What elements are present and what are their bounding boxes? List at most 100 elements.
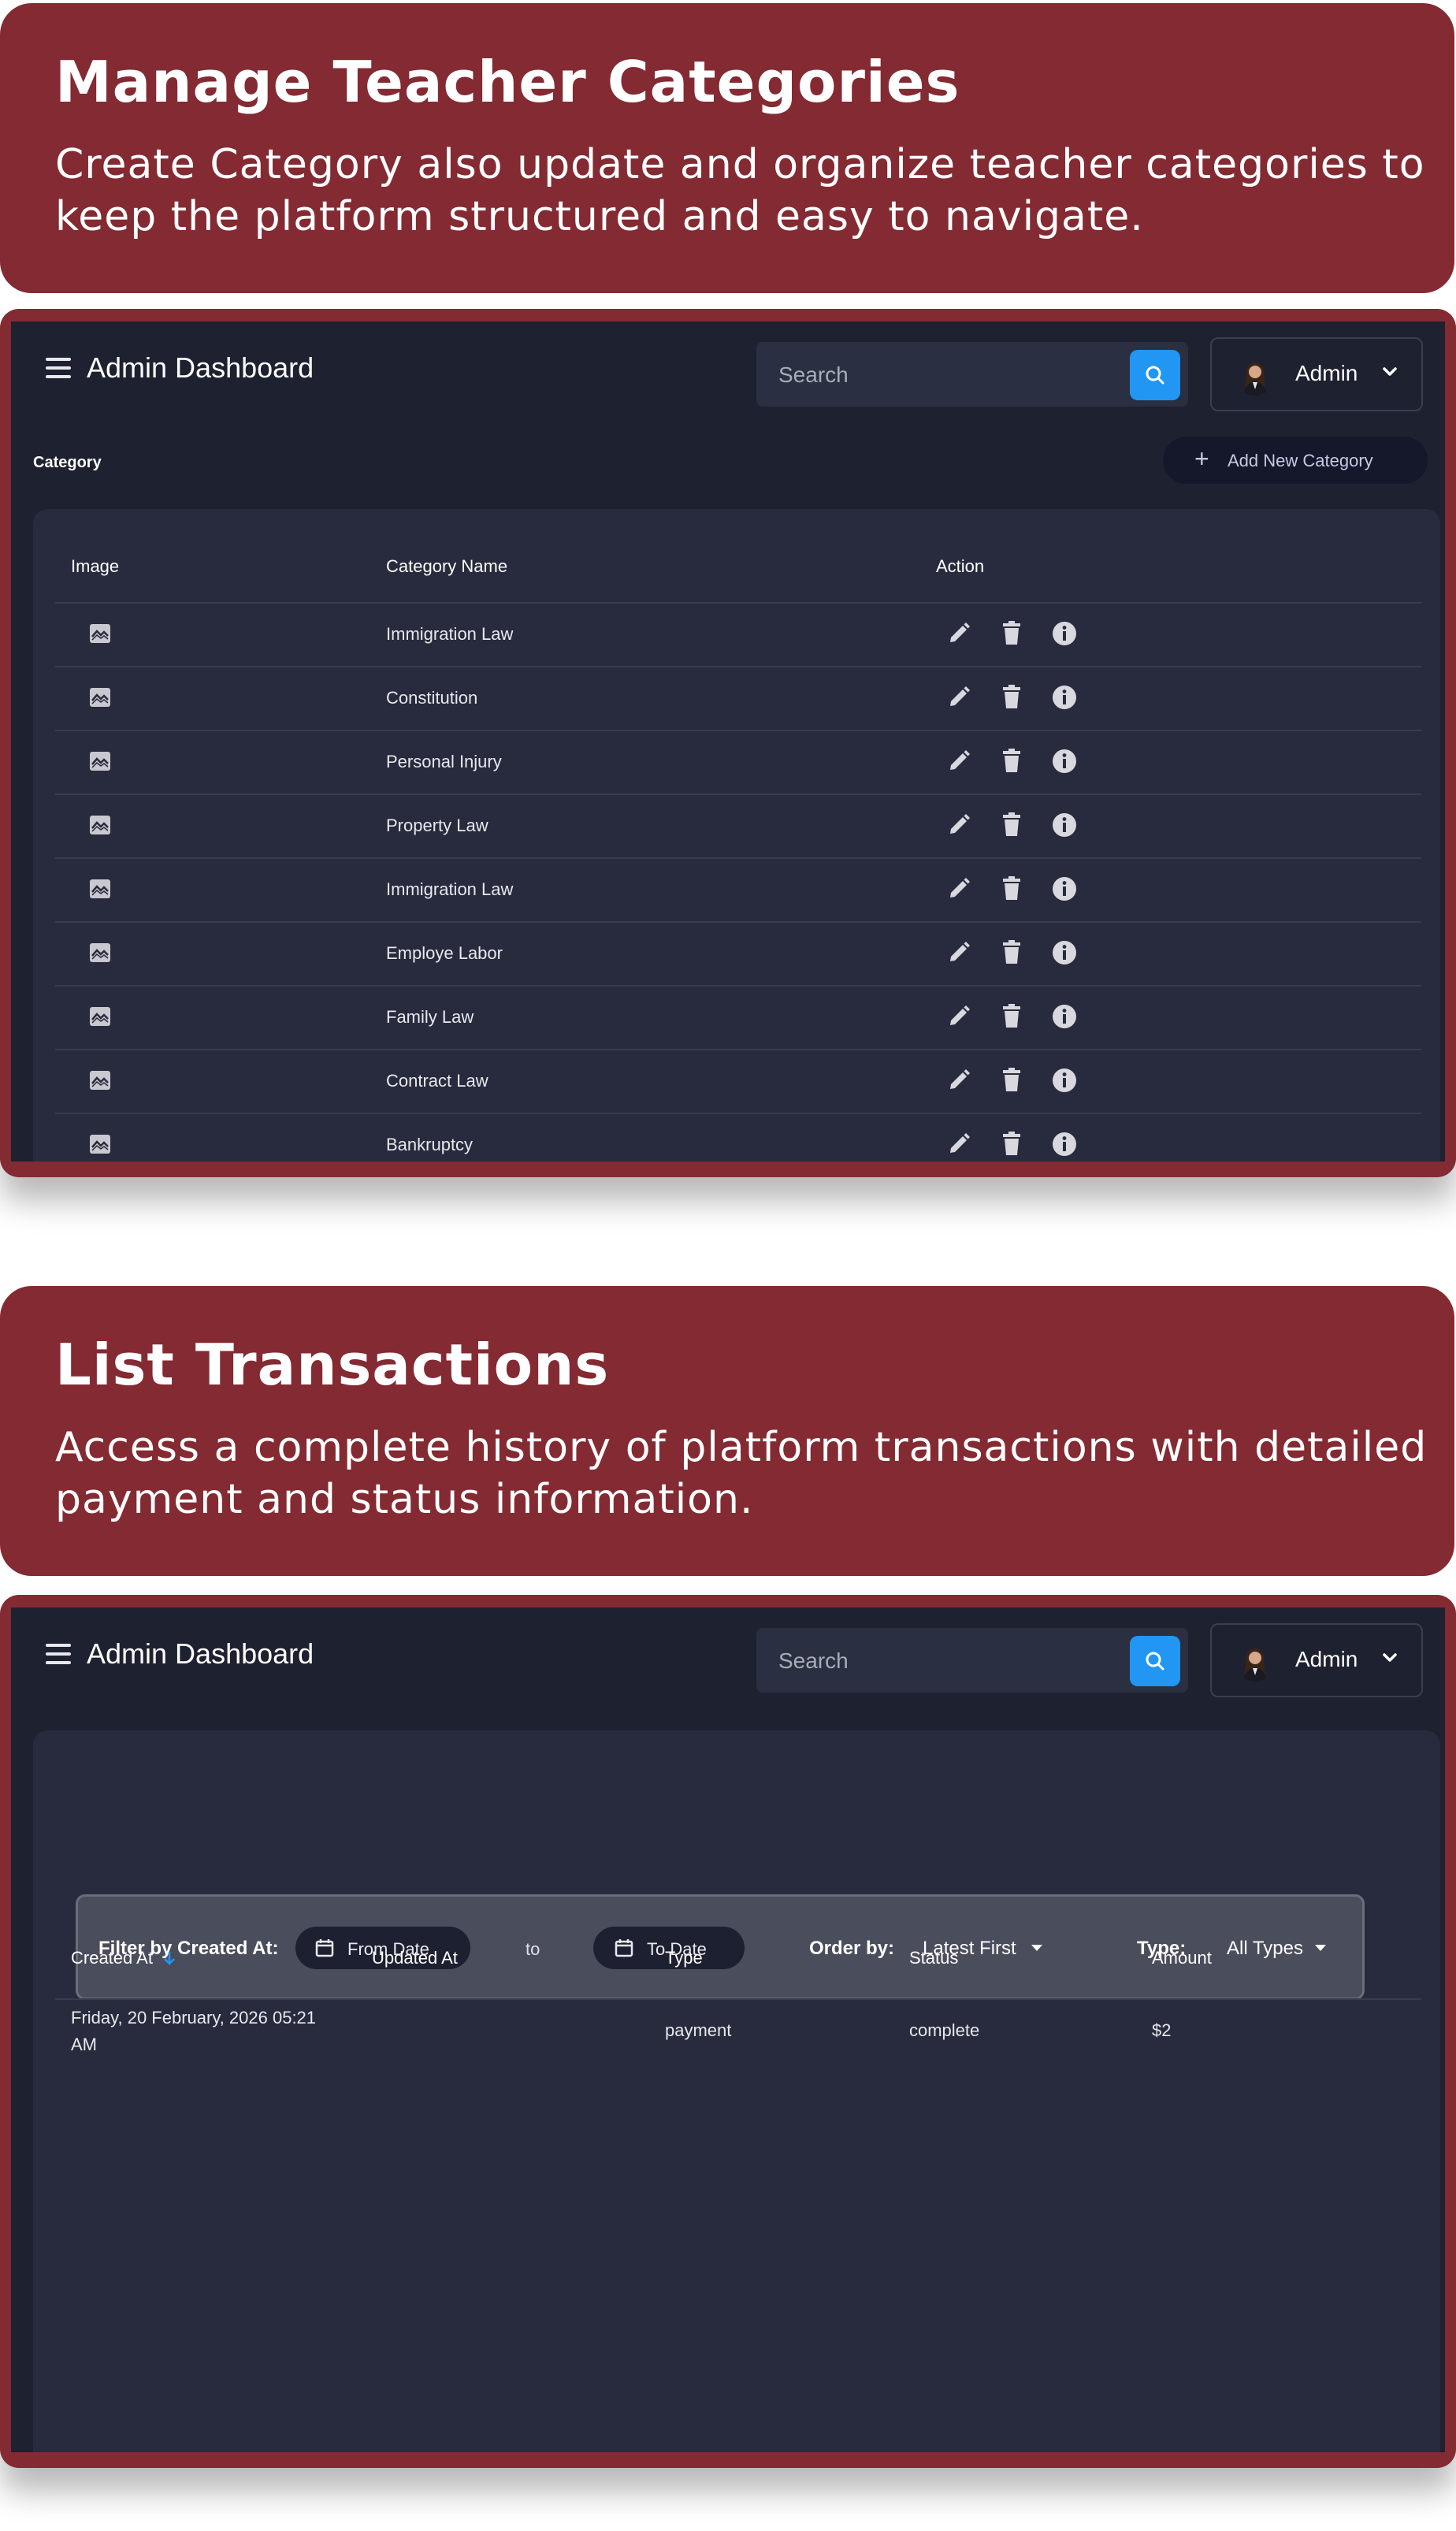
delete-icon[interactable] [1001, 748, 1023, 775]
category-name-cell: Family Law [386, 1007, 474, 1027]
dashboard-title: Admin Dashboard [87, 1637, 314, 1670]
column-header-status[interactable]: Status [909, 1948, 958, 1968]
delete-icon[interactable] [1001, 620, 1023, 647]
search-button[interactable] [1130, 350, 1180, 400]
banner-description-line2: payment and status information. [55, 1476, 754, 1523]
image-placeholder-icon [90, 688, 110, 707]
created-at-line2: AM [71, 2035, 97, 2054]
row-divider [55, 666, 1421, 667]
search-input[interactable] [756, 1628, 1127, 1694]
edit-icon[interactable] [945, 939, 972, 966]
plus-icon: + [1194, 444, 1209, 473]
created-at-label: Created At [71, 1948, 153, 1968]
info-icon[interactable] [1051, 620, 1078, 647]
info-icon[interactable] [1051, 875, 1078, 902]
info-icon[interactable] [1051, 812, 1078, 838]
image-placeholder-icon [90, 879, 110, 898]
column-header-action: Action [936, 556, 985, 576]
categories-screen: Admin Dashboard Admin Category + Add New… [11, 321, 1445, 1161]
calendar-icon [315, 1939, 334, 1957]
top-bar: Admin Dashboard Admin [11, 1607, 1445, 1710]
image-placeholder-icon [90, 1071, 110, 1090]
category-name-cell: Property Law [386, 816, 488, 835]
edit-icon[interactable] [945, 620, 972, 647]
add-category-button[interactable]: + Add New Category [1163, 437, 1428, 484]
info-icon[interactable] [1051, 1067, 1078, 1094]
edit-icon[interactable] [945, 812, 972, 838]
column-header-updated-at[interactable]: Updated At [372, 1948, 458, 1968]
delete-icon[interactable] [1001, 684, 1023, 711]
type-select[interactable]: All Types [1220, 1928, 1339, 1968]
edit-icon[interactable] [945, 1131, 972, 1158]
column-header-created-at[interactable]: Created At [71, 1948, 175, 1968]
delete-icon[interactable] [1001, 1003, 1023, 1030]
amount-cell: $2 [1152, 2020, 1172, 2040]
row-divider [55, 1049, 1421, 1050]
column-header-type[interactable]: Type [665, 1948, 703, 1968]
column-header-amount[interactable]: Amount [1152, 1948, 1212, 1968]
row-divider [55, 857, 1421, 859]
edit-icon[interactable] [945, 1003, 972, 1030]
info-icon[interactable] [1051, 684, 1078, 711]
delete-icon[interactable] [1001, 1067, 1023, 1094]
search-container [756, 1628, 1188, 1694]
banner-description-line1: Create Category also update and organize… [55, 141, 1425, 188]
category-name-cell: Bankruptcy [386, 1135, 474, 1154]
row-divider [55, 921, 1421, 923]
delete-icon[interactable] [1001, 1131, 1023, 1158]
type-value: All Types [1227, 1938, 1303, 1959]
top-bar: Admin Dashboard Admin [11, 321, 1445, 424]
add-category-label: Add New Category [1228, 451, 1373, 470]
image-placeholder-icon [90, 624, 110, 643]
chevron-down-icon [1383, 1653, 1397, 1662]
edit-icon[interactable] [945, 684, 972, 711]
calendar-icon [615, 1939, 633, 1957]
dashboard-title: Admin Dashboard [87, 351, 314, 384]
banner-title: Manage Teacher Categories [55, 49, 960, 115]
edit-icon[interactable] [945, 875, 972, 902]
column-header-image: Image [71, 556, 120, 576]
transactions-panel: Filter by Created At: From Date to To Da… [33, 1730, 1440, 2452]
delete-icon[interactable] [1001, 875, 1023, 902]
type-cell: payment [665, 2020, 732, 2040]
info-icon[interactable] [1051, 939, 1078, 966]
status-cell: complete [909, 2020, 980, 2040]
category-name-cell: Immigration Law [386, 624, 514, 644]
edit-icon[interactable] [945, 748, 972, 775]
breadcrumb: Category [33, 454, 102, 471]
info-icon[interactable] [1051, 748, 1078, 775]
user-menu[interactable]: Admin [1210, 337, 1423, 411]
user-menu[interactable]: Admin [1210, 1623, 1423, 1697]
search-input[interactable] [756, 342, 1127, 408]
search-button[interactable] [1130, 1636, 1180, 1686]
created-at-line1: Friday, 20 February, 2026 05:21 [71, 2008, 317, 2027]
category-name-cell: Constitution [386, 688, 478, 708]
category-name-cell: Personal Injury [386, 752, 502, 771]
row-divider [55, 602, 1421, 604]
transactions-screen: Admin Dashboard Admin Filter by Created … [11, 1607, 1445, 2452]
banner-description-line1: Access a complete history of platform tr… [55, 1424, 1428, 1471]
edit-icon[interactable] [945, 1067, 972, 1094]
info-icon[interactable] [1051, 1131, 1078, 1158]
user-name: Admin [1295, 1647, 1358, 1671]
menu-icon[interactable] [46, 358, 71, 380]
delete-icon[interactable] [1001, 812, 1023, 838]
info-icon[interactable] [1051, 1003, 1078, 1030]
row-divider [55, 730, 1421, 731]
image-placeholder-icon [90, 752, 110, 771]
filter-bar: Filter by Created At: From Date to To Da… [76, 1894, 1365, 2000]
transactions-screenshot-frame: Admin Dashboard Admin Filter by Created … [0, 1595, 1456, 2468]
transactions-banner: List Transactions Access a complete hist… [0, 1286, 1454, 1576]
image-placeholder-icon [90, 1007, 110, 1026]
search-icon [1146, 1652, 1164, 1671]
category-table-panel: Image Category Name Action Immigration L… [33, 509, 1440, 1161]
user-name: Admin [1295, 361, 1358, 385]
row-divider [55, 1113, 1421, 1114]
to-label: to [526, 1939, 540, 1959]
order-by-label: Order by: [809, 1938, 895, 1959]
category-name-cell: Employe Labor [386, 943, 503, 963]
caret-down-icon [1031, 1945, 1042, 1951]
delete-icon[interactable] [1001, 939, 1023, 966]
caret-down-icon [1315, 1945, 1326, 1951]
menu-icon[interactable] [46, 1644, 71, 1666]
